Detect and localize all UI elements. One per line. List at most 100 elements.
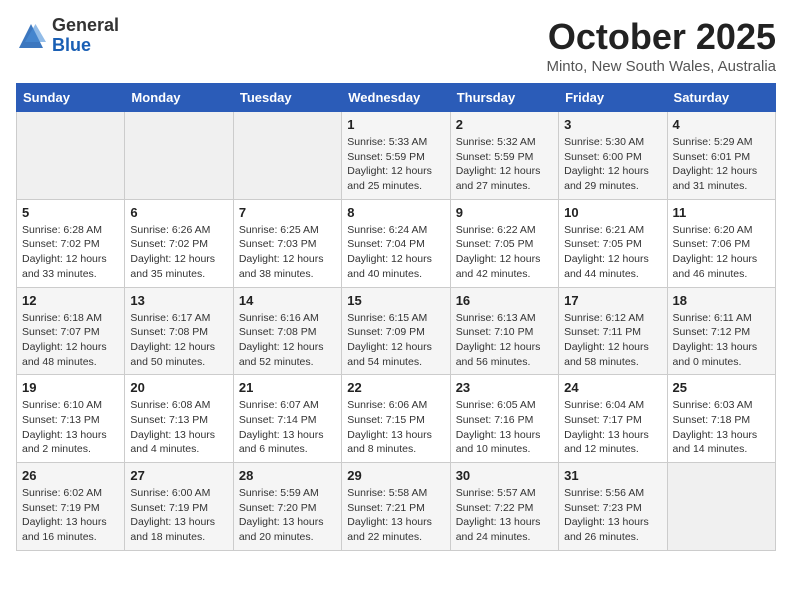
day-number: 27 <box>130 468 227 483</box>
day-info: Sunrise: 5:58 AM Sunset: 7:21 PM Dayligh… <box>347 486 444 545</box>
day-number: 15 <box>347 293 444 308</box>
day-info: Sunrise: 6:12 AM Sunset: 7:11 PM Dayligh… <box>564 311 661 370</box>
day-info: Sunrise: 6:05 AM Sunset: 7:16 PM Dayligh… <box>456 398 553 457</box>
day-number: 5 <box>22 205 119 220</box>
day-info: Sunrise: 6:28 AM Sunset: 7:02 PM Dayligh… <box>22 223 119 282</box>
calendar-cell: 26 Sunrise: 6:02 AM Sunset: 7:19 PM Dayli… <box>17 463 125 551</box>
calendar-cell <box>233 112 341 200</box>
calendar-cell: 6 Sunrise: 6:26 AM Sunset: 7:02 PM Daylig… <box>125 199 233 287</box>
day-number: 25 <box>673 380 770 395</box>
calendar-cell: 12Sunrise: 6:18 AM Sunset: 7:07 PM Dayli… <box>17 287 125 375</box>
day-info: Sunrise: 5:33 AM Sunset: 5:59 PM Dayligh… <box>347 135 444 194</box>
page-title: October 2025 <box>546 16 776 58</box>
calendar-cell: 28Sunrise: 5:59 AM Sunset: 7:20 PM Dayli… <box>233 463 341 551</box>
day-number: 14 <box>239 293 336 308</box>
calendar-header-row: SundayMondayTuesdayWednesdayThursdayFrid… <box>17 84 776 112</box>
calendar-week-row: 5 Sunrise: 6:28 AM Sunset: 7:02 PM Daylig… <box>17 199 776 287</box>
day-info: Sunrise: 6:16 AM Sunset: 7:08 PM Dayligh… <box>239 311 336 370</box>
day-number: 16 <box>456 293 553 308</box>
weekday-header: Sunday <box>17 84 125 112</box>
calendar-cell: 25 Sunrise: 6:03 AM Sunset: 7:18 PM Dayli… <box>667 375 775 463</box>
calendar-cell: 7 Sunrise: 6:25 AM Sunset: 7:03 PM Daylig… <box>233 199 341 287</box>
day-number: 31 <box>564 468 661 483</box>
day-info: Sunrise: 6:06 AM Sunset: 7:15 PM Dayligh… <box>347 398 444 457</box>
day-info: Sunrise: 6:13 AM Sunset: 7:10 PM Dayligh… <box>456 311 553 370</box>
weekday-header: Monday <box>125 84 233 112</box>
day-info: Sunrise: 5:30 AM Sunset: 6:00 PM Dayligh… <box>564 135 661 194</box>
day-info: Sunrise: 6:02 AM Sunset: 7:19 PM Dayligh… <box>22 486 119 545</box>
day-info: Sunrise: 5:32 AM Sunset: 5:59 PM Dayligh… <box>456 135 553 194</box>
day-number: 30 <box>456 468 553 483</box>
calendar-cell: 1 Sunrise: 5:33 AM Sunset: 5:59 PM Daylig… <box>342 112 450 200</box>
day-info: Sunrise: 6:17 AM Sunset: 7:08 PM Dayligh… <box>130 311 227 370</box>
calendar-week-row: 1 Sunrise: 5:33 AM Sunset: 5:59 PM Daylig… <box>17 112 776 200</box>
calendar-week-row: 26 Sunrise: 6:02 AM Sunset: 7:19 PM Dayli… <box>17 463 776 551</box>
calendar-cell: 19 Sunrise: 6:10 AM Sunset: 7:13 PM Dayli… <box>17 375 125 463</box>
calendar-cell: 11 Sunrise: 6:20 AM Sunset: 7:06 PM Dayli… <box>667 199 775 287</box>
calendar-cell: 31 Sunrise: 5:56 AM Sunset: 7:23 PM Dayli… <box>559 463 667 551</box>
day-number: 11 <box>673 205 770 220</box>
weekday-header: Wednesday <box>342 84 450 112</box>
day-number: 19 <box>22 380 119 395</box>
day-number: 6 <box>130 205 227 220</box>
day-number: 12 <box>22 293 119 308</box>
calendar-cell: 17Sunrise: 6:12 AM Sunset: 7:11 PM Dayli… <box>559 287 667 375</box>
day-info: Sunrise: 6:08 AM Sunset: 7:13 PM Dayligh… <box>130 398 227 457</box>
calendar-cell: 14 Sunrise: 6:16 AM Sunset: 7:08 PM Dayli… <box>233 287 341 375</box>
title-area: October 2025 Minto, New South Wales, Aus… <box>546 16 776 75</box>
day-info: Sunrise: 6:04 AM Sunset: 7:17 PM Dayligh… <box>564 398 661 457</box>
day-number: 26 <box>22 468 119 483</box>
calendar-cell: 3 Sunrise: 5:30 AM Sunset: 6:00 PM Daylig… <box>559 112 667 200</box>
day-info: Sunrise: 6:15 AM Sunset: 7:09 PM Dayligh… <box>347 311 444 370</box>
day-info: Sunrise: 6:26 AM Sunset: 7:02 PM Dayligh… <box>130 223 227 282</box>
day-number: 10 <box>564 205 661 220</box>
day-info: Sunrise: 6:21 AM Sunset: 7:05 PM Dayligh… <box>564 223 661 282</box>
day-number: 4 <box>673 117 770 132</box>
calendar-cell: 15 Sunrise: 6:15 AM Sunset: 7:09 PM Dayli… <box>342 287 450 375</box>
calendar-cell: 20 Sunrise: 6:08 AM Sunset: 7:13 PM Dayli… <box>125 375 233 463</box>
day-number: 13 <box>130 293 227 308</box>
day-number: 8 <box>347 205 444 220</box>
weekday-header: Thursday <box>450 84 558 112</box>
day-info: Sunrise: 6:20 AM Sunset: 7:06 PM Dayligh… <box>673 223 770 282</box>
day-number: 18 <box>673 293 770 308</box>
day-info: Sunrise: 5:56 AM Sunset: 7:23 PM Dayligh… <box>564 486 661 545</box>
day-info: Sunrise: 6:03 AM Sunset: 7:18 PM Dayligh… <box>673 398 770 457</box>
calendar-cell <box>667 463 775 551</box>
calendar-cell: 27 Sunrise: 6:00 AM Sunset: 7:19 PM Dayli… <box>125 463 233 551</box>
day-info: Sunrise: 5:57 AM Sunset: 7:22 PM Dayligh… <box>456 486 553 545</box>
calendar-cell: 22 Sunrise: 6:06 AM Sunset: 7:15 PM Dayli… <box>342 375 450 463</box>
day-info: Sunrise: 5:29 AM Sunset: 6:01 PM Dayligh… <box>673 135 770 194</box>
day-info: Sunrise: 6:11 AM Sunset: 7:12 PM Dayligh… <box>673 311 770 370</box>
calendar-cell: 8 Sunrise: 6:24 AM Sunset: 7:04 PM Daylig… <box>342 199 450 287</box>
calendar-cell: 30 Sunrise: 5:57 AM Sunset: 7:22 PM Dayli… <box>450 463 558 551</box>
calendar-cell: 5 Sunrise: 6:28 AM Sunset: 7:02 PM Daylig… <box>17 199 125 287</box>
day-info: Sunrise: 6:24 AM Sunset: 7:04 PM Dayligh… <box>347 223 444 282</box>
day-number: 1 <box>347 117 444 132</box>
page-subtitle: Minto, New South Wales, Australia <box>546 58 776 75</box>
day-number: 9 <box>456 205 553 220</box>
day-info: Sunrise: 6:07 AM Sunset: 7:14 PM Dayligh… <box>239 398 336 457</box>
day-info: Sunrise: 6:25 AM Sunset: 7:03 PM Dayligh… <box>239 223 336 282</box>
day-number: 3 <box>564 117 661 132</box>
day-info: Sunrise: 6:00 AM Sunset: 7:19 PM Dayligh… <box>130 486 227 545</box>
day-number: 20 <box>130 380 227 395</box>
calendar-cell: 4 Sunrise: 5:29 AM Sunset: 6:01 PM Daylig… <box>667 112 775 200</box>
logo-blue: Blue <box>52 36 119 56</box>
day-number: 7 <box>239 205 336 220</box>
calendar-cell <box>17 112 125 200</box>
calendar-cell: 24Sunrise: 6:04 AM Sunset: 7:17 PM Dayli… <box>559 375 667 463</box>
logo-general: General <box>52 16 119 36</box>
calendar: SundayMondayTuesdayWednesdayThursdayFrid… <box>16 83 776 551</box>
calendar-cell: 21Sunrise: 6:07 AM Sunset: 7:14 PM Dayli… <box>233 375 341 463</box>
calendar-cell: 23Sunrise: 6:05 AM Sunset: 7:16 PM Dayli… <box>450 375 558 463</box>
day-number: 28 <box>239 468 336 483</box>
calendar-cell: 16 Sunrise: 6:13 AM Sunset: 7:10 PM Dayli… <box>450 287 558 375</box>
calendar-cell: 13 Sunrise: 6:17 AM Sunset: 7:08 PM Dayli… <box>125 287 233 375</box>
day-number: 2 <box>456 117 553 132</box>
logo-icon <box>16 21 46 51</box>
day-info: Sunrise: 6:22 AM Sunset: 7:05 PM Dayligh… <box>456 223 553 282</box>
calendar-cell: 29Sunrise: 5:58 AM Sunset: 7:21 PM Dayli… <box>342 463 450 551</box>
day-number: 22 <box>347 380 444 395</box>
day-info: Sunrise: 6:10 AM Sunset: 7:13 PM Dayligh… <box>22 398 119 457</box>
